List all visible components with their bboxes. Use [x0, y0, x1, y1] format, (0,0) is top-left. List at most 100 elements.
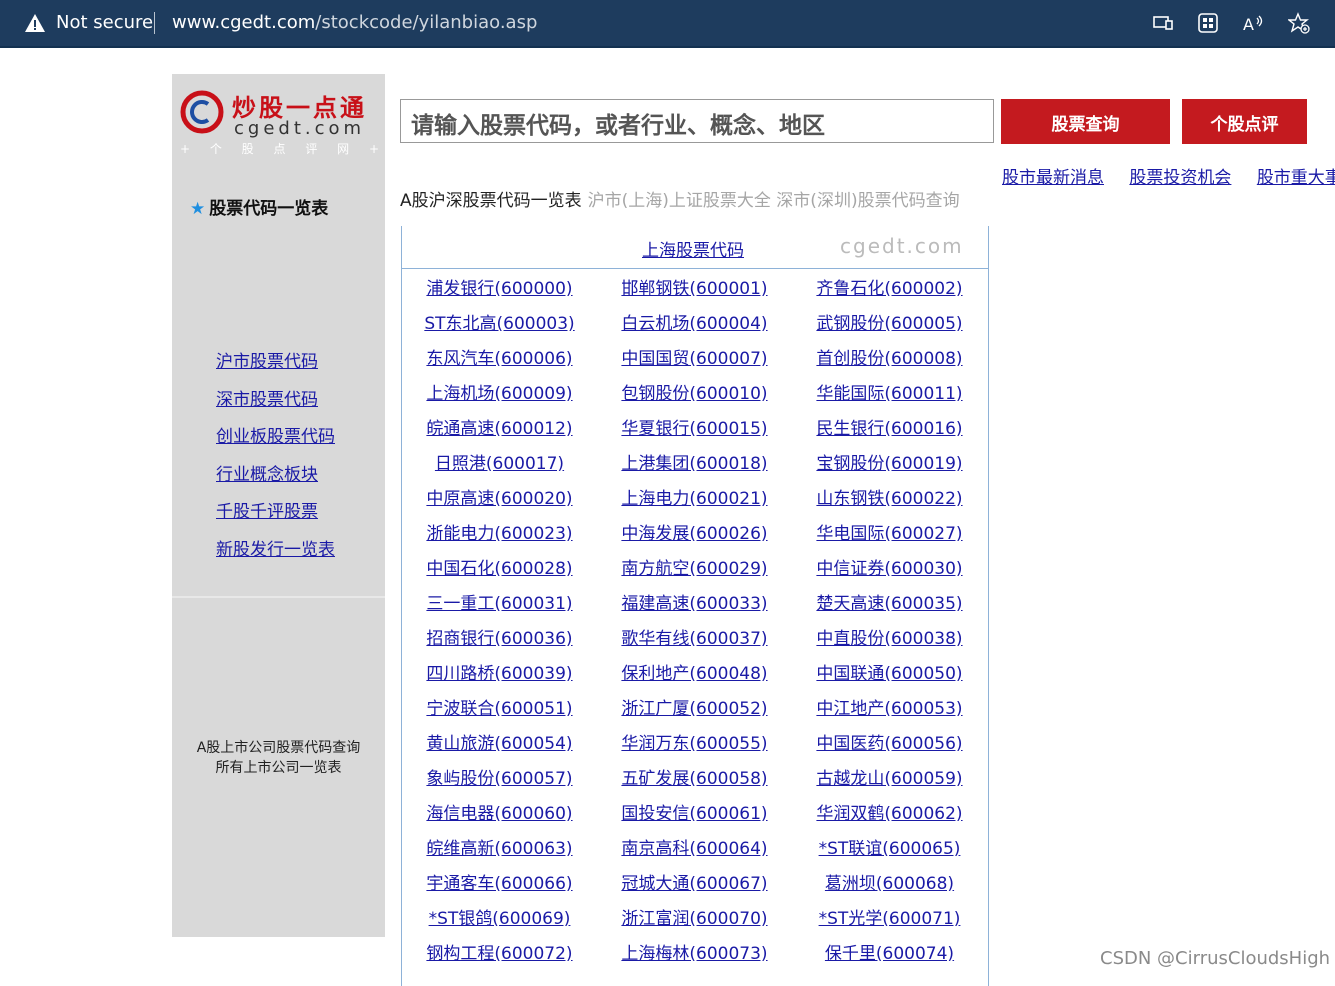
- stock-link[interactable]: 华润双鹤(600062): [792, 799, 987, 824]
- stock-link[interactable]: 上海机场(600009): [402, 379, 597, 404]
- sidebar-link-ipo[interactable]: 新股发行一览表: [216, 532, 335, 570]
- stock-link[interactable]: 黄山旅游(600054): [402, 729, 597, 754]
- stock-link[interactable]: 三一重工(600031): [402, 589, 597, 614]
- stock-link[interactable]: 中国医药(600056): [792, 729, 987, 754]
- stock-link[interactable]: 中国石化(600028): [402, 554, 597, 579]
- stock-link[interactable]: 中国联通(600050): [792, 659, 987, 684]
- stock-link[interactable]: ST东北高(600003): [402, 309, 597, 334]
- stock-link[interactable]: 招商银行(600036): [402, 624, 597, 649]
- stock-link[interactable]: 歌华有线(600037): [597, 624, 792, 649]
- table-row: 日照港(600017) 上港集团(600018) 宝钢股份(600019): [402, 443, 988, 478]
- stock-link[interactable]: 南京高科(600064): [597, 834, 792, 859]
- link-latest-news[interactable]: 股市最新消息: [1002, 168, 1104, 188]
- stock-link[interactable]: 皖维高新(600063): [402, 834, 597, 859]
- table-row: 海信电器(600060) 国投安信(600061) 华润双鹤(600062): [402, 793, 988, 828]
- table-row: 浦发银行(600000) 邯郸钢铁(600001) 齐鲁石化(600002): [402, 268, 988, 303]
- stock-link[interactable]: 葛洲坝(600068): [792, 869, 987, 894]
- stock-link[interactable]: 华润万东(600055): [597, 729, 792, 754]
- stock-link[interactable]: 日照港(600017): [402, 449, 597, 474]
- link-major-events[interactable]: 股市重大事: [1257, 168, 1335, 188]
- stock-link[interactable]: 浙江富润(600070): [597, 904, 792, 929]
- logo-english: cgedt.com: [234, 118, 366, 139]
- sidebar-link-gem[interactable]: 创业板股票代码: [216, 419, 335, 457]
- stock-link[interactable]: 华电国际(600027): [792, 519, 987, 544]
- stock-link[interactable]: 象屿股份(600057): [402, 764, 597, 789]
- stock-link[interactable]: 中江地产(600053): [792, 694, 987, 719]
- stock-review-button[interactable]: 个股点评: [1182, 99, 1307, 144]
- stock-link[interactable]: 上海电力(600021): [597, 484, 792, 509]
- stock-link[interactable]: *ST银鸽(600069): [402, 904, 597, 929]
- stock-link[interactable]: 包钢股份(600010): [597, 379, 792, 404]
- stock-link[interactable]: 保利地产(600048): [597, 659, 792, 684]
- stock-link[interactable]: 齐鲁石化(600002): [792, 274, 987, 299]
- stock-link[interactable]: 中信证券(600030): [792, 554, 987, 579]
- stock-link[interactable]: 五矿发展(600058): [597, 764, 792, 789]
- logo-tagline: + 个 股 点 评 网 +: [180, 142, 387, 156]
- read-view-icon[interactable]: [1152, 12, 1174, 34]
- page-subtitle: 沪市(上海)上证股票大全 深市(深圳)股票代码查询: [587, 191, 960, 211]
- sidebar-link-review[interactable]: 千股千评股票: [216, 494, 335, 532]
- stock-code-table: 上海股票代码 cgedt.com 浦发银行(600000) 邯郸钢铁(600001…: [401, 226, 989, 986]
- stock-link[interactable]: 首创股份(600008): [792, 344, 987, 369]
- stock-link[interactable]: 宇通客车(600066): [402, 869, 597, 894]
- sidebar-links: 沪市股票代码 深市股票代码 创业板股票代码 行业概念板块 千股千评股票 新股发行…: [216, 344, 335, 569]
- sidebar-link-sh[interactable]: 沪市股票代码: [216, 344, 335, 382]
- stock-link[interactable]: 民生银行(600016): [792, 414, 987, 439]
- stock-link[interactable]: 钢构工程(600072): [402, 939, 597, 964]
- stock-query-button[interactable]: 股票查询: [1001, 99, 1170, 144]
- stock-link[interactable]: 古越龙山(600059): [792, 764, 987, 789]
- link-opportunity[interactable]: 股票投资机会: [1129, 168, 1231, 188]
- stock-link[interactable]: 南方航空(600029): [597, 554, 792, 579]
- stock-link[interactable]: *ST光学(600071): [792, 904, 987, 929]
- stock-link[interactable]: 邯郸钢铁(600001): [597, 274, 792, 299]
- stock-link[interactable]: 中原高速(600020): [402, 484, 597, 509]
- stock-link[interactable]: 上海梅林(600073): [597, 939, 792, 964]
- table-row: 皖通高速(600012) 华夏银行(600015) 民生银行(600016): [402, 408, 988, 443]
- read-aloud-icon[interactable]: A: [1242, 12, 1264, 34]
- url-field[interactable]: www.cgedt.com/stockcode/yilanbiao.asp: [172, 12, 537, 33]
- sidebar-title-text: 股票代码一览表: [209, 199, 329, 219]
- table-title[interactable]: 上海股票代码: [642, 236, 744, 261]
- sidebar-link-sector[interactable]: 行业概念板块: [216, 457, 335, 495]
- stock-link[interactable]: 山东钢铁(600022): [792, 484, 987, 509]
- stock-link[interactable]: 皖通高速(600012): [402, 414, 597, 439]
- apps-icon[interactable]: [1197, 12, 1219, 34]
- stock-link[interactable]: 宝钢股份(600019): [792, 449, 987, 474]
- stock-link[interactable]: 四川路桥(600039): [402, 659, 597, 684]
- table-row: 浙能电力(600023) 中海发展(600026) 华电国际(600027): [402, 513, 988, 548]
- stock-link[interactable]: 东风汽车(600006): [402, 344, 597, 369]
- warning-icon[interactable]: [24, 13, 46, 33]
- table-row: 宁波联合(600051) 浙江广厦(600052) 中江地产(600053): [402, 688, 988, 723]
- top-links: 股市最新消息 股票投资机会 股市重大事: [1002, 163, 1335, 188]
- stock-link[interactable]: 楚天高速(600035): [792, 589, 987, 614]
- table-row: 四川路桥(600039) 保利地产(600048) 中国联通(600050): [402, 653, 988, 688]
- security-label[interactable]: Not secure: [56, 12, 153, 33]
- page-title: A股沪深股票代码一览表: [400, 191, 582, 211]
- favorites-add-icon[interactable]: [1288, 12, 1310, 34]
- stock-link[interactable]: 冠城大通(600067): [597, 869, 792, 894]
- stock-link[interactable]: 国投安信(600061): [597, 799, 792, 824]
- site-logo[interactable]: 炒股一点通 cgedt.com + 个 股 点 评 网 +: [172, 74, 385, 162]
- stock-link[interactable]: 宁波联合(600051): [402, 694, 597, 719]
- table-body: 浦发银行(600000) 邯郸钢铁(600001) 齐鲁石化(600002) ST东北…: [402, 268, 988, 968]
- stock-link[interactable]: 浙江广厦(600052): [597, 694, 792, 719]
- stock-link[interactable]: 中国国贸(600007): [597, 344, 792, 369]
- stock-link[interactable]: 华能国际(600011): [792, 379, 987, 404]
- stock-link[interactable]: 保千里(600074): [792, 939, 987, 964]
- search-input[interactable]: 请输入股票代码，或者行业、概念、地区: [400, 99, 994, 143]
- stock-link[interactable]: 中直股份(600038): [792, 624, 987, 649]
- stock-link[interactable]: 白云机场(600004): [597, 309, 792, 334]
- stock-link[interactable]: 中海发展(600026): [597, 519, 792, 544]
- stock-link[interactable]: 海信电器(600060): [402, 799, 597, 824]
- sidebar-link-sz[interactable]: 深市股票代码: [216, 382, 335, 420]
- stock-link[interactable]: 福建高速(600033): [597, 589, 792, 614]
- stock-link[interactable]: 上港集团(600018): [597, 449, 792, 474]
- star-icon: ★: [190, 199, 206, 219]
- stock-link[interactable]: 浦发银行(600000): [402, 274, 597, 299]
- stock-link[interactable]: 华夏银行(600015): [597, 414, 792, 439]
- table-row: 宇通客车(600066) 冠城大通(600067) 葛洲坝(600068): [402, 863, 988, 898]
- stock-link[interactable]: *ST联谊(600065): [792, 834, 987, 859]
- sidebar-note-line2: 所有上市公司一览表: [215, 760, 342, 776]
- stock-link[interactable]: 武钢股份(600005): [792, 309, 987, 334]
- stock-link[interactable]: 浙能电力(600023): [402, 519, 597, 544]
